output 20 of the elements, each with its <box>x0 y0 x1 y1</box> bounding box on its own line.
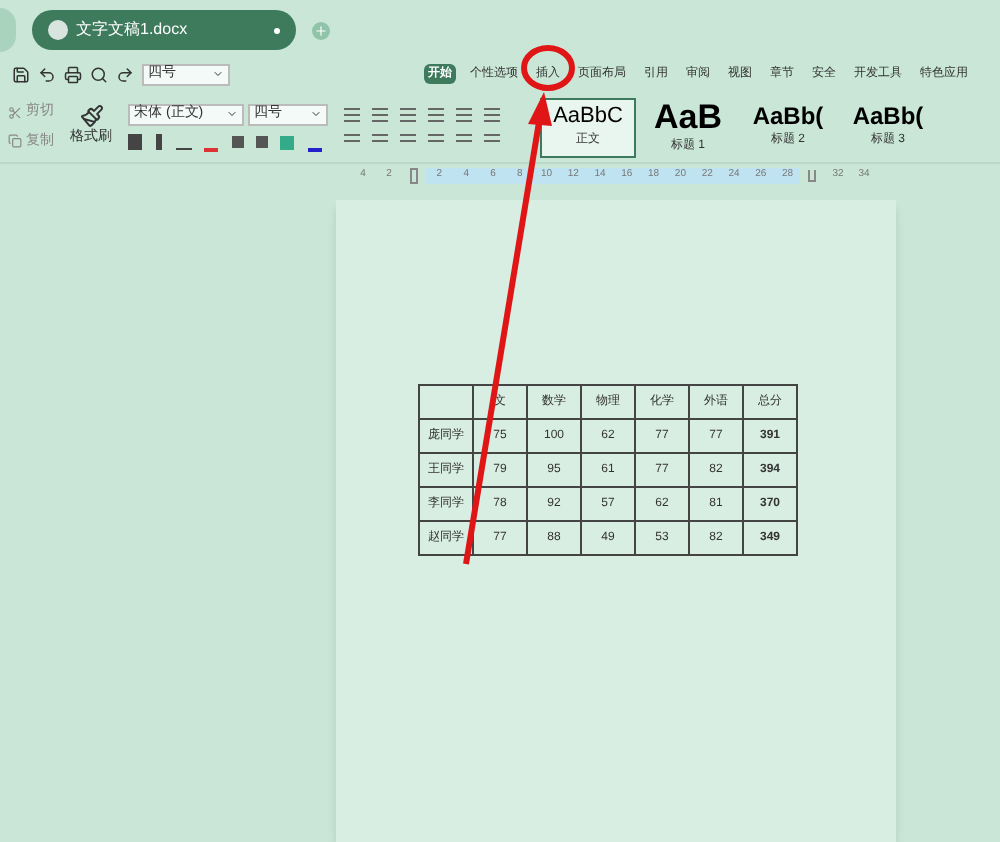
save-icon[interactable] <box>12 65 30 83</box>
formatting-icons-drawing[interactable] <box>128 131 328 151</box>
undo-icon[interactable] <box>38 65 56 83</box>
print-icon[interactable] <box>64 65 82 83</box>
highlight-circle <box>521 45 575 91</box>
copy-icon <box>8 134 22 149</box>
indent-marker-icon[interactable] <box>410 168 418 184</box>
search-icon[interactable] <box>90 65 108 83</box>
dropdown-caret-icon <box>212 68 224 80</box>
table-header-cell <box>419 385 473 419</box>
document-title: 文字文稿1.docx <box>76 18 190 42</box>
dropdown-caret-icon <box>226 108 238 120</box>
paintbrush-icon <box>79 104 103 129</box>
tab-edge <box>0 8 16 52</box>
document-tab[interactable]: 文字文稿1.docx <box>32 10 296 50</box>
indent-marker-icon[interactable] <box>808 170 817 182</box>
redo-icon[interactable] <box>116 65 134 83</box>
document-icon <box>48 20 68 40</box>
scissors-icon <box>8 105 22 120</box>
dropdown-caret-icon <box>310 108 322 120</box>
